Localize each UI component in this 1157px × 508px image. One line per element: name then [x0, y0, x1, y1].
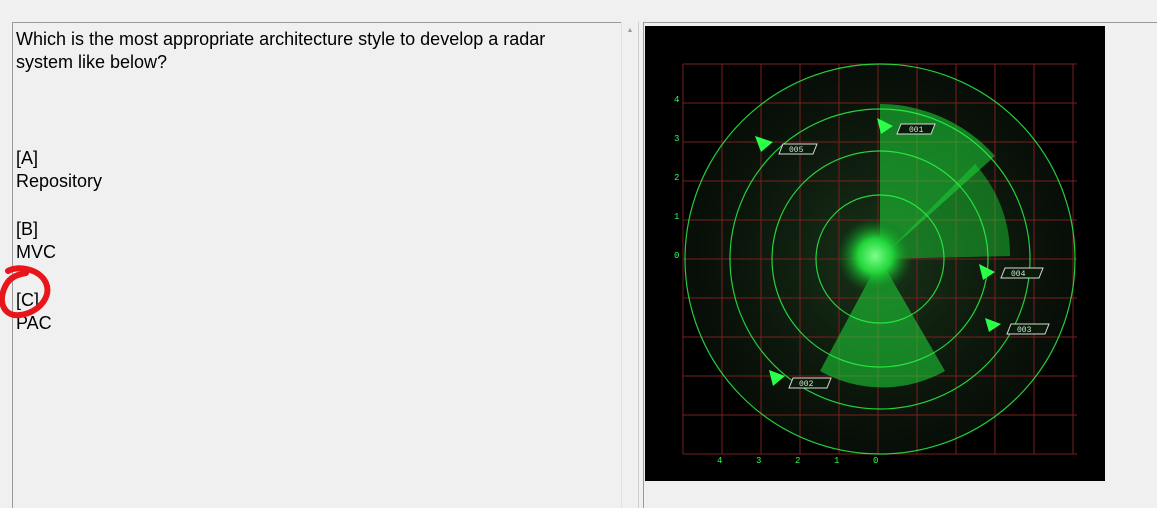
- radar-x-ticks: 4 3 2 1 0: [717, 456, 878, 466]
- x-tick-1: 1: [834, 456, 839, 466]
- option-b[interactable]: [B] MVC: [16, 218, 56, 264]
- y-tick-3: 3: [674, 134, 679, 144]
- target-005-label: 005: [789, 146, 804, 155]
- option-b-letter: [B]: [16, 219, 39, 239]
- y-tick-1: 1: [674, 212, 679, 222]
- target-001-label: 001: [909, 126, 924, 135]
- option-a-letter: [A]: [16, 148, 39, 168]
- option-b-text: MVC: [16, 242, 56, 262]
- radar-y-ticks: 4 3 2 1 0: [674, 95, 679, 261]
- target-002-label: 002: [799, 380, 814, 389]
- radar-image: 001 005 004 003 002 4 3 2 1 0 4 3 2 1 0: [645, 26, 1105, 481]
- y-tick-0: 0: [674, 251, 679, 261]
- radar-svg: 001 005 004 003 002 4 3 2 1 0 4 3 2 1 0: [674, 63, 1077, 466]
- target-003-label: 003: [1017, 326, 1032, 335]
- y-tick-2: 2: [674, 173, 679, 183]
- question-line-1: Which is the most appropriate architectu…: [16, 29, 546, 49]
- x-tick-2: 2: [795, 456, 800, 466]
- target-004-label: 004: [1011, 270, 1026, 279]
- x-tick-4: 4: [717, 456, 722, 466]
- option-a[interactable]: [A] Repository: [16, 147, 102, 193]
- y-tick-4: 4: [674, 95, 679, 105]
- option-c-text: PAC: [16, 313, 52, 333]
- question-pane[interactable]: Which is the most appropriate architectu…: [12, 22, 638, 508]
- option-c-letter: [C]: [16, 290, 40, 310]
- pane-divider[interactable]: [638, 22, 642, 508]
- option-a-text: Repository: [16, 171, 103, 191]
- option-c[interactable]: [C] PAC: [16, 289, 52, 335]
- question-scrollbar[interactable]: ▲: [621, 22, 638, 508]
- scroll-up-arrow-icon[interactable]: ▲: [622, 26, 638, 36]
- x-tick-0: 0: [873, 456, 878, 466]
- x-tick-3: 3: [756, 456, 761, 466]
- radar-center-glow: [837, 218, 913, 294]
- question-line-2: system like below?: [16, 52, 168, 72]
- question-text: Which is the most appropriate architectu…: [16, 28, 576, 74]
